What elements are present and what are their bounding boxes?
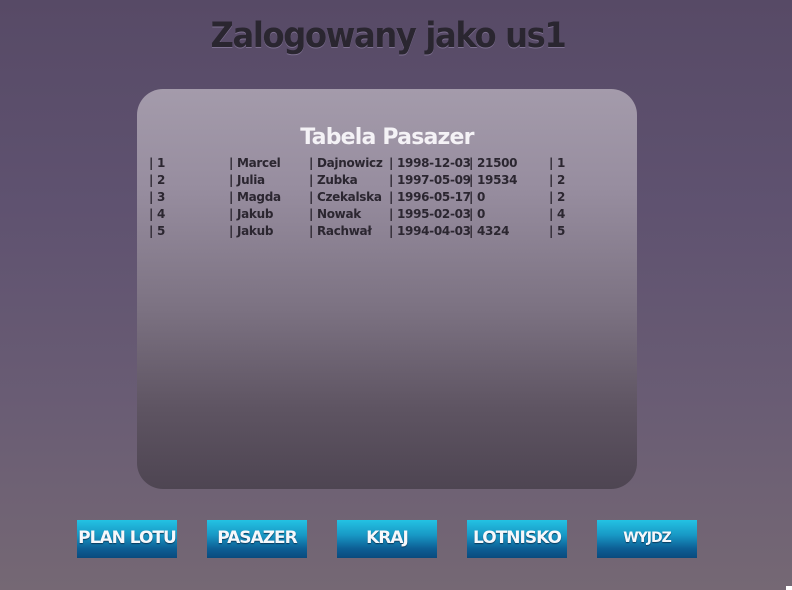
cell-id: 2 <box>149 173 165 187</box>
cell-first-name: Julia <box>229 173 265 187</box>
table-title: Tabela Pasazer <box>300 125 474 150</box>
cell-first-name: Magda <box>229 190 281 204</box>
plan-lotu-button[interactable]: PLAN LOTU <box>77 520 177 558</box>
cell-birth-date: 1995-02-03 <box>389 207 471 221</box>
table-row: 3 Magda Czekalska 1996-05-17 0 2 <box>149 190 619 207</box>
cell-last-name: Dajnowicz <box>309 156 383 170</box>
page-title: Zalogowany jako us1 <box>210 16 567 56</box>
cell-id: 4 <box>149 207 165 221</box>
cell-id: 1 <box>149 156 165 170</box>
table-panel: Tabela Pasazer 1 Marcel Dajnowicz 1998-1… <box>137 89 637 489</box>
corner-artifact <box>786 586 792 590</box>
cell-country-id: 2 <box>549 190 565 204</box>
cell-last-name: Czekalska <box>309 190 382 204</box>
lotnisko-button[interactable]: LOTNISKO <box>467 520 567 558</box>
cell-country-id: 5 <box>549 224 565 238</box>
table-row: 1 Marcel Dajnowicz 1998-12-03 21500 1 <box>149 156 619 173</box>
cell-points: 19534 <box>469 173 518 187</box>
kraj-button[interactable]: KRAJ <box>337 520 437 558</box>
cell-country-id: 2 <box>549 173 565 187</box>
cell-id: 3 <box>149 190 165 204</box>
cell-birth-date: 1994-04-03 <box>389 224 471 238</box>
cell-country-id: 4 <box>549 207 565 221</box>
cell-country-id: 1 <box>549 156 565 170</box>
cell-first-name: Marcel <box>229 156 281 170</box>
cell-last-name: Rachwał <box>309 224 372 238</box>
cell-birth-date: 1996-05-17 <box>389 190 471 204</box>
passenger-table: 1 Marcel Dajnowicz 1998-12-03 21500 1 2 … <box>149 156 619 241</box>
cell-last-name: Zubka <box>309 173 358 187</box>
cell-points: 0 <box>469 190 485 204</box>
table-row: 2 Julia Zubka 1997-05-09 19534 2 <box>149 173 619 190</box>
cell-first-name: Jakub <box>229 207 273 221</box>
cell-points: 4324 <box>469 224 510 238</box>
table-row: 4 Jakub Nowak 1995-02-03 0 4 <box>149 207 619 224</box>
pasazer-button[interactable]: PASAZER <box>207 520 307 558</box>
table-row: 5 Jakub Rachwał 1994-04-03 4324 5 <box>149 224 619 241</box>
cell-birth-date: 1997-05-09 <box>389 173 471 187</box>
cell-last-name: Nowak <box>309 207 361 221</box>
cell-first-name: Jakub <box>229 224 273 238</box>
cell-birth-date: 1998-12-03 <box>389 156 471 170</box>
cell-id: 5 <box>149 224 165 238</box>
wyjdz-button[interactable]: WYJDZ <box>597 520 697 558</box>
cell-points: 0 <box>469 207 485 221</box>
cell-points: 21500 <box>469 156 518 170</box>
